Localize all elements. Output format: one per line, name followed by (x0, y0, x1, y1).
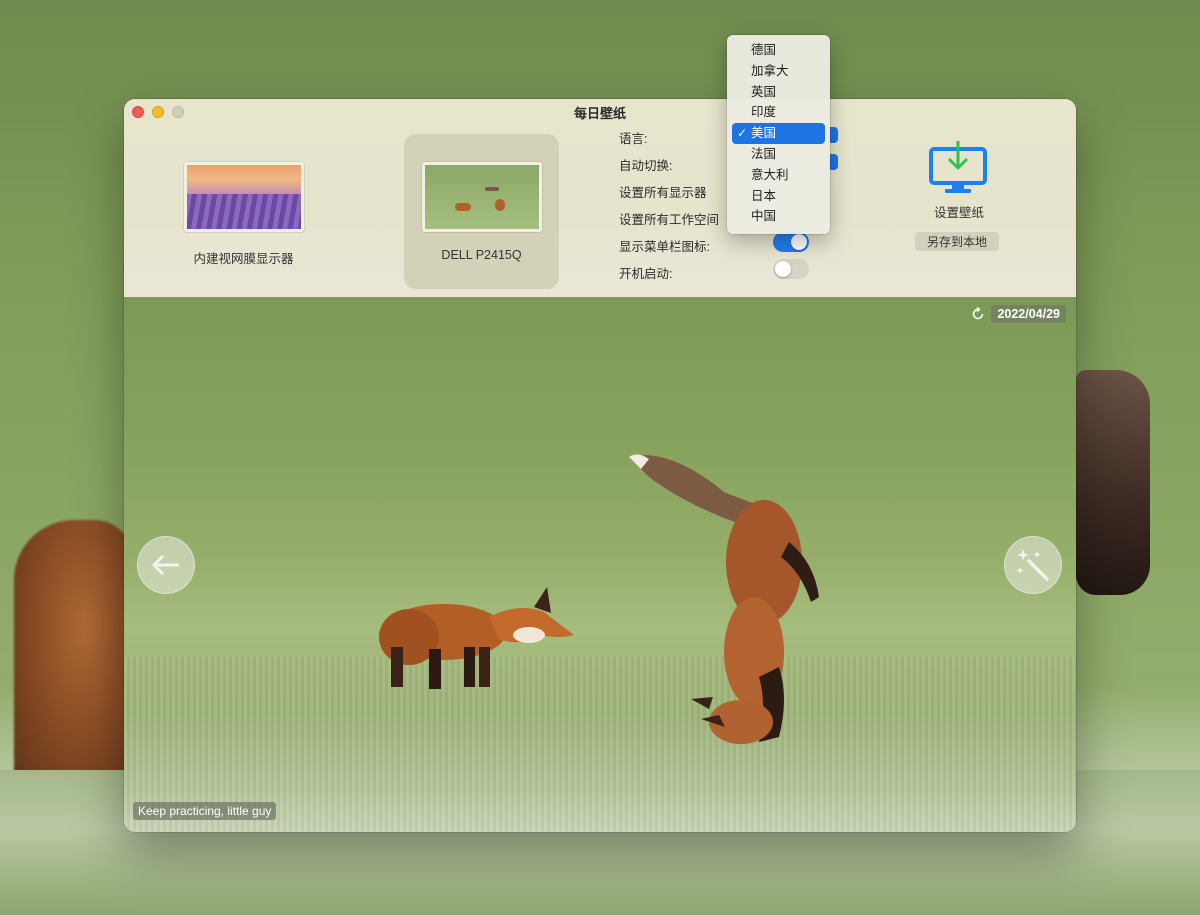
refresh-icon[interactable] (971, 306, 985, 321)
date-area: 2022/04/29 (971, 305, 1066, 323)
settings-panel: 内建视网膜显示器 DELL P2415Q 语言: 自动切换: 设置所有显示器 设… (124, 99, 1076, 297)
language-option-uk[interactable]: 英国 (732, 82, 825, 103)
display-card-dell[interactable]: DELL P2415Q (404, 134, 559, 289)
minimize-button[interactable] (152, 106, 164, 118)
window-title: 每日壁纸 (573, 105, 626, 121)
title-bar: 每日壁纸 (124, 99, 1076, 125)
language-option-canada[interactable]: 加拿大 (732, 61, 825, 82)
fox-standing-image (379, 587, 574, 689)
wallpaper-date: 2022/04/29 (991, 305, 1066, 323)
close-button[interactable] (132, 106, 144, 118)
set-wallpaper-label[interactable]: 设置壁纸 (904, 202, 1014, 221)
language-option-germany[interactable]: 德国 (732, 40, 825, 61)
launch-at-login-toggle[interactable] (773, 259, 809, 279)
display-label-dell: DELL P2415Q (441, 248, 522, 262)
set-wallpaper-area: 设置壁纸 另存到本地 (904, 139, 1014, 259)
language-option-india[interactable]: 印度 (732, 102, 825, 123)
background-fox-right (1076, 370, 1150, 595)
magic-wand-icon (1016, 549, 1049, 581)
zoom-button[interactable] (172, 106, 184, 118)
display-card-builtin[interactable]: 内建视网膜显示器 (166, 134, 321, 289)
monitor-download-icon[interactable] (928, 139, 988, 202)
previous-wallpaper-button[interactable] (137, 536, 195, 594)
wallpaper-caption: Keep practicing, little guy (133, 802, 277, 820)
menubar-icon-toggle[interactable] (773, 232, 809, 252)
random-wallpaper-button[interactable] (1004, 536, 1062, 594)
arrow-left-icon (152, 554, 179, 576)
wallpaper-preview: 2022/04/29 Keep practicing, little guy (124, 297, 1076, 832)
background-fox-left (14, 520, 134, 790)
display-thumbnail-dell (421, 162, 542, 232)
save-local-button[interactable]: 另存到本地 (915, 232, 999, 251)
display-label-builtin: 内建视网膜显示器 (193, 252, 294, 266)
language-option-usa[interactable]: ✓ 美国 (732, 123, 825, 144)
language-option-japan[interactable]: 日本 (732, 186, 825, 207)
checkmark-icon: ✓ (737, 126, 748, 141)
language-option-france[interactable]: 法国 (732, 144, 825, 165)
display-thumbnail-builtin (183, 162, 304, 232)
language-dropdown-menu: 德国 加拿大 英国 印度 ✓ 美国 法国 意大利 日本 中国 (727, 35, 830, 234)
main-window: 内建视网膜显示器 DELL P2415Q 语言: 自动切换: 设置所有显示器 设… (124, 99, 1076, 832)
language-option-usa-label: 美国 (751, 126, 777, 141)
language-option-china[interactable]: 中国 (732, 206, 825, 227)
fox-headstand-image (629, 454, 819, 744)
language-option-italy[interactable]: 意大利 (732, 165, 825, 186)
window-controls (132, 106, 184, 118)
